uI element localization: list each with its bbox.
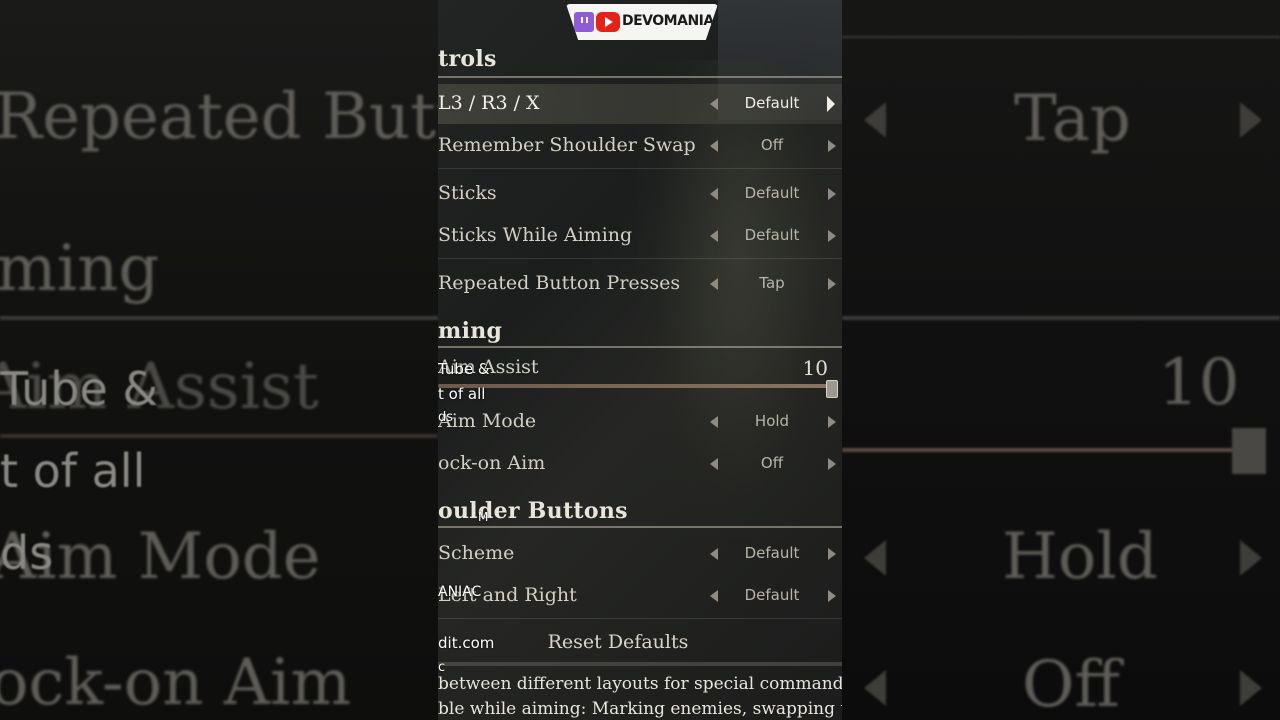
backdrop-text: ming: [0, 232, 160, 306]
twitch-icon: [574, 12, 594, 32]
arrow-right-icon[interactable]: [828, 590, 836, 602]
backdrop-rule: [842, 36, 1280, 38]
logo-text: DEVOMANIAC: [622, 13, 724, 29]
youtube-icon: [596, 12, 620, 32]
setting-value: Off: [760, 136, 784, 154]
setting-row-aim-mode[interactable]: Aim Mode Hold: [438, 402, 842, 442]
aim-assist-slider-handle[interactable]: [826, 380, 838, 398]
arrow-right-icon[interactable]: [828, 278, 836, 290]
stream-overlay-text: dit.com: [438, 634, 495, 652]
setting-row-lock-on-aim[interactable]: ock-on Aim Off: [438, 444, 842, 484]
backdrop-slider-knob: [1232, 428, 1266, 474]
setting-row-remember-shoulder-swap[interactable]: Remember Shoulder Swap Off: [438, 126, 842, 166]
backdrop-arrow-right-icon: [1240, 102, 1262, 138]
setting-value: Hold: [754, 412, 790, 430]
left-blurred-backdrop: Repeated Butto ming Aim Assist Aim Mode …: [0, 0, 438, 720]
backdrop-rule: [0, 434, 438, 438]
description-line: between different layouts for special co…: [438, 674, 842, 694]
setting-row-repeated-button-presses[interactable]: Repeated Button Presses Tap: [438, 264, 842, 304]
section-rule: [438, 526, 842, 528]
stream-overlay-text: ds: [438, 410, 454, 425]
setting-row-sticks-while-aiming[interactable]: Sticks While Aiming Default: [438, 216, 842, 256]
setting-value: Default: [744, 94, 800, 112]
arrow-left-icon[interactable]: [710, 230, 718, 242]
setting-description: between different layouts for special co…: [438, 672, 842, 720]
backdrop-text: Hold: [1002, 520, 1158, 594]
row-divider: [438, 258, 842, 259]
section-title-aiming: ming: [438, 318, 503, 344]
row-divider: [438, 618, 842, 619]
backdrop-rule: [842, 316, 1280, 320]
setting-value: Default: [744, 544, 800, 562]
arrow-left-icon[interactable]: [710, 188, 718, 200]
setting-row-scheme[interactable]: Scheme Default: [438, 534, 842, 574]
setting-label: Sticks: [438, 182, 497, 204]
backdrop-arrow-left-icon: [864, 102, 886, 138]
reset-defaults-button[interactable]: Reset Defaults: [438, 624, 842, 660]
arrow-right-icon[interactable]: [828, 416, 836, 428]
backdrop-text: Off: [1022, 648, 1120, 720]
backdrop-overlay-text: ds: [0, 526, 54, 580]
aim-assist-value: 10: [802, 356, 828, 380]
arrow-left-icon[interactable]: [710, 590, 718, 602]
aim-assist-slider-track[interactable]: [438, 384, 834, 388]
arrow-right-icon[interactable]: [828, 188, 836, 200]
arrow-left-icon[interactable]: [710, 416, 718, 428]
row-divider: [438, 168, 842, 169]
arrow-right-icon[interactable]: [828, 140, 836, 152]
section-rule: [438, 76, 842, 78]
setting-label: ock-on Aim: [438, 452, 546, 474]
backdrop-overlay-text: Tube &: [0, 362, 159, 416]
backdrop-arrow-left-icon: [864, 540, 886, 576]
stream-overlay-text: t of all: [438, 385, 486, 403]
backdrop-rule: [0, 316, 438, 320]
setting-row-left-and-right[interactable]: Left and Right Default: [438, 576, 842, 616]
arrow-right-icon[interactable]: [828, 458, 836, 470]
backdrop-rule: [842, 448, 1242, 452]
reset-defaults-label: Reset Defaults: [547, 631, 689, 653]
setting-value: Default: [744, 226, 800, 244]
section-rule: [438, 662, 842, 666]
setting-label: Remember Shoulder Swap: [438, 134, 696, 156]
channel-logo: DEVOMANIAC: [566, 4, 718, 40]
backdrop-text: Tap: [1014, 82, 1131, 156]
arrow-left-icon[interactable]: [710, 278, 718, 290]
backdrop-overlay-text: t of all: [0, 444, 146, 498]
stream-overlay-text: M: [478, 510, 489, 524]
stream-overlay-text: c: [438, 660, 446, 675]
arrow-right-icon[interactable]: [827, 96, 835, 112]
setting-value: Default: [744, 184, 800, 202]
right-blurred-backdrop: Tap 10 Hold Off: [842, 0, 1280, 720]
setting-label: Scheme: [438, 542, 515, 564]
setting-row-aim-assist[interactable]: Aim Assist: [438, 348, 842, 388]
setting-value: Default: [744, 586, 800, 604]
setting-value: Tap: [759, 274, 785, 292]
setting-label: Repeated Button Presses: [438, 272, 681, 294]
arrow-left-icon[interactable]: [710, 98, 718, 110]
arrow-left-icon[interactable]: [710, 548, 718, 560]
section-title-controls: trols: [438, 46, 497, 72]
section-title-shoulder-buttons: oulder Buttons: [438, 498, 628, 524]
setting-row-l3-r3-x[interactable]: L3 / R3 / X Default: [438, 84, 842, 124]
arrow-left-icon[interactable]: [710, 458, 718, 470]
arrow-right-icon[interactable]: [828, 230, 836, 242]
backdrop-text: Repeated Butto: [0, 80, 438, 154]
backdrop-arrow-right-icon: [1240, 540, 1262, 576]
setting-label: Sticks While Aiming: [438, 224, 633, 246]
setting-value: Off: [760, 454, 784, 472]
backdrop-arrow-left-icon: [864, 670, 886, 706]
backdrop-arrow-right-icon: [1240, 670, 1262, 706]
setting-label: L3 / R3 / X: [438, 92, 540, 114]
settings-panel: trols L3 / R3 / X Default Remember Shoul…: [438, 0, 842, 720]
description-line: ble while aiming: Marking enemies, swapp…: [438, 699, 842, 719]
backdrop-text: ock-on Aim: [0, 646, 352, 720]
backdrop-text: 10: [1158, 346, 1240, 420]
stream-overlay-text: Tube &: [438, 360, 490, 378]
arrow-right-icon[interactable]: [828, 548, 836, 560]
setting-row-sticks[interactable]: Sticks Default: [438, 174, 842, 214]
arrow-left-icon[interactable]: [710, 140, 718, 152]
stream-overlay-text: ANIAC: [438, 584, 482, 600]
